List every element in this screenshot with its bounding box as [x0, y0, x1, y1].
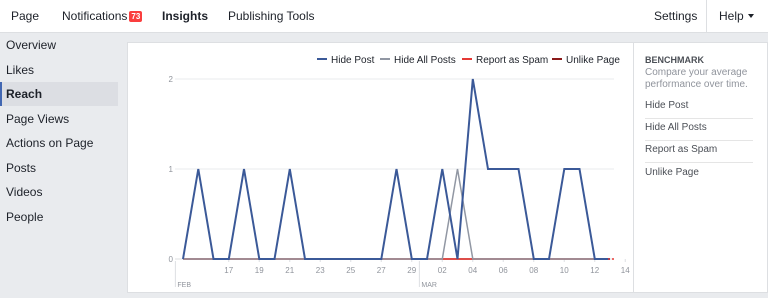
x-tick-label: 02: [438, 266, 447, 275]
x-tick-label: 14: [621, 266, 630, 275]
x-tick-label: 19: [255, 266, 264, 275]
tab-notifications[interactable]: Notifications 73: [62, 9, 143, 23]
sidebar-item-posts[interactable]: Posts: [0, 156, 118, 180]
y-tick-label: 1: [169, 165, 174, 174]
insights-sidebar: Overview Likes Reach Page Views Actions …: [0, 33, 118, 298]
benchmark-title: BENCHMARK: [645, 55, 704, 65]
benchmark-divider: [645, 140, 753, 141]
y-tick-label: 0: [169, 255, 174, 264]
benchmark-description: Compare your average performance over ti…: [645, 67, 748, 90]
tab-notifications-label: Notifications: [62, 9, 128, 23]
notification-count-badge: 73: [129, 11, 143, 22]
sidebar-item-people[interactable]: People: [0, 205, 118, 229]
sidebar-item-reach[interactable]: Reach: [0, 82, 118, 106]
sidebar-item-page-views[interactable]: Page Views: [0, 107, 118, 131]
sidebar-item-likes[interactable]: Likes: [0, 58, 118, 82]
reach-line-chart: 01217 19 21 23 25 27 29 02 04 06 08 10 12 14FEB MAR: [169, 75, 631, 289]
benchmark-divider: [645, 118, 753, 119]
benchmark-report-as-spam[interactable]: Report as Spam: [645, 144, 753, 155]
nav-divider: [706, 0, 707, 33]
settings-link[interactable]: Settings: [654, 9, 697, 23]
benchmark-panel: BENCHMARK Compare your average performan…: [633, 43, 768, 292]
x-tick-label: 08: [529, 266, 538, 275]
tab-publishing-tools[interactable]: Publishing Tools: [228, 9, 315, 23]
chevron-down-icon: [747, 14, 754, 18]
x-tick-label: 27: [377, 266, 386, 275]
x-tick-label: 23: [316, 266, 325, 275]
sidebar-item-videos[interactable]: Videos: [0, 180, 118, 204]
benchmark-unlike-page[interactable]: Unlike Page: [645, 167, 753, 178]
top-nav: Page Notifications 73 Insights Publishing…: [0, 0, 768, 33]
help-menu[interactable]: Help: [719, 9, 754, 23]
sidebar-item-actions-on-page[interactable]: Actions on Page: [0, 131, 118, 155]
x-tick-label: 10: [560, 266, 569, 275]
x-tick-label: 25: [346, 266, 355, 275]
sidebar-item-overview[interactable]: Overview: [0, 33, 118, 57]
x-tick-label: 29: [407, 266, 416, 275]
x-tick-label: 06: [499, 266, 508, 275]
x-tick-label: 17: [224, 266, 233, 275]
x-tick-label: 21: [285, 266, 294, 275]
chart-panel: Hide Post Hide All Posts Report as Spam …: [127, 42, 768, 293]
month-label: MAR: [421, 282, 437, 289]
benchmark-divider: [645, 162, 753, 163]
tab-insights[interactable]: Insights: [162, 9, 208, 23]
benchmark-hide-post[interactable]: Hide Post: [645, 100, 753, 111]
month-label: FEB: [177, 282, 191, 289]
benchmark-hide-all-posts[interactable]: Hide All Posts: [645, 122, 753, 133]
help-label: Help: [719, 9, 744, 23]
x-tick-label: 12: [590, 266, 599, 275]
x-tick-label: 04: [468, 266, 477, 275]
tab-page[interactable]: Page: [11, 9, 39, 23]
y-tick-label: 2: [169, 75, 174, 84]
